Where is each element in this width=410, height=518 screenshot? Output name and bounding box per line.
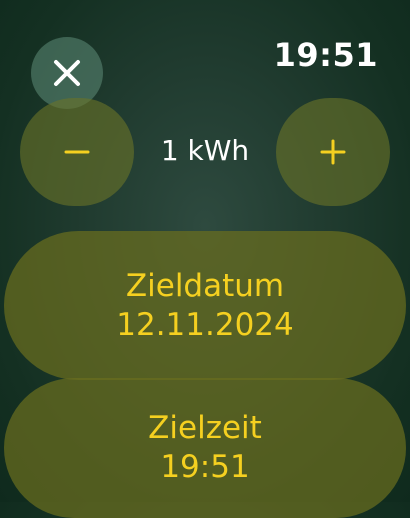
status-time: 19:51: [273, 36, 378, 74]
target-time-value: 19:51: [160, 449, 250, 485]
plus-icon: [320, 139, 346, 165]
target-time-label: Zielzeit: [148, 410, 262, 446]
target-date-label: Zieldatum: [125, 267, 285, 304]
close-icon: [54, 60, 80, 86]
decrease-energy-button[interactable]: [20, 98, 134, 206]
increase-energy-button[interactable]: [276, 98, 390, 206]
minus-icon: [64, 150, 90, 154]
target-date-button[interactable]: Zieldatum 12.11.2024: [4, 231, 406, 380]
energy-value: 1 kWh: [160, 134, 250, 167]
watch-screen: 19:51 1 kWh Zieldatum 12.11.2024 Zielzei…: [0, 0, 410, 518]
target-time-button[interactable]: Zielzeit 19:51: [4, 378, 406, 518]
target-date-value: 12.11.2024: [116, 306, 294, 343]
